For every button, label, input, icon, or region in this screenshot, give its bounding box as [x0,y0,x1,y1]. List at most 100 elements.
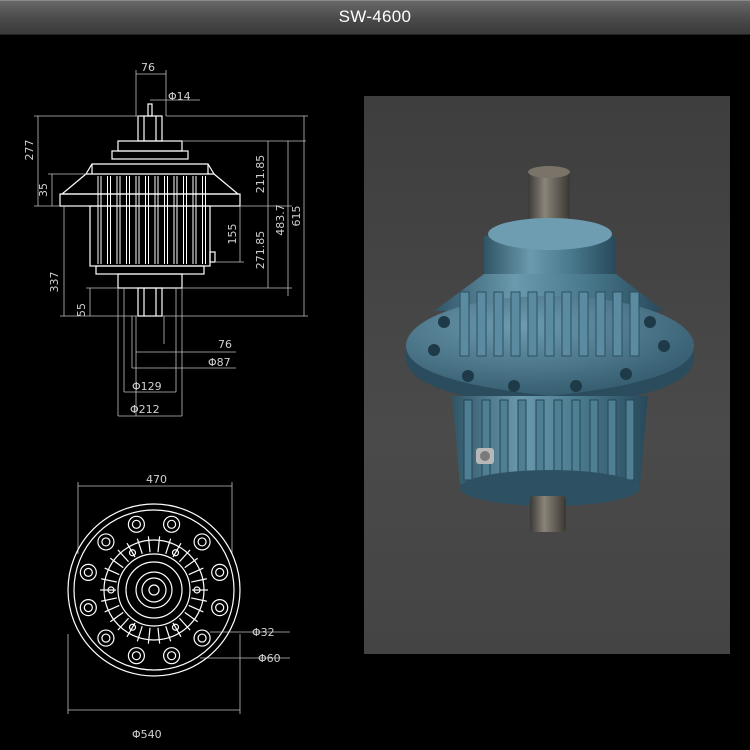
render-fin [561,291,572,357]
render-fin [476,291,487,357]
bolt-hole-inner [101,633,111,643]
bolt-hole-inner [83,602,93,613]
dim-diameter-60: Φ60 [258,652,281,665]
bolt-hole-inner [101,537,111,547]
render-bolt-hole [438,316,450,328]
dim-76-top: 76 [141,61,155,74]
motor-render [406,166,694,532]
dim-diameter-87: Φ87 [208,356,231,369]
render-fin [571,399,581,481]
dim-shaft-diameter-14: Φ14 [168,90,191,103]
render-fin [481,399,491,481]
bolt-hole-inner [215,567,225,578]
radial-fin [136,538,143,555]
bolt-hole [211,563,229,582]
radial-fin [157,627,161,644]
render-fin [595,291,606,357]
bolt-hole [127,515,146,533]
shaft-center-circle [148,584,160,596]
radial-fin [165,538,172,555]
dim-155: 155 [226,224,239,245]
radial-fin [165,625,172,642]
radial-fin [136,625,143,642]
title-bar: SW-4600 [0,0,750,35]
bolt-hole [79,598,97,617]
hub-circle [117,553,191,627]
bolt-hole-inner [83,567,93,578]
side-view-drawing [59,103,241,317]
bolt-hole [211,598,229,617]
bolt-hole-inner [215,602,225,613]
render-fin [544,291,555,357]
side-view-fins [97,176,206,264]
bolt-hole [193,629,211,647]
radial-fin [178,549,191,563]
radial-fin [147,627,151,644]
side-view-dimension-labels: 76 Φ14 277 35 337 55 211.85 155 271.85 4… [23,61,303,416]
dim-diameter-129: Φ129 [132,380,162,393]
render-fin [510,291,521,357]
render-fin [527,291,538,357]
render-bolt-hole [462,370,474,382]
dim-337: 337 [48,272,61,293]
dim-76-bottom: 76 [218,338,232,351]
render-fin [553,399,563,481]
render-bolt-hole [644,316,656,328]
radial-fin [147,536,151,553]
render-bolt-hole [620,368,632,380]
render-bolt-hole [658,340,670,352]
bolt-hole-inner [197,537,207,547]
bolt-hole [162,515,181,533]
radial-fin [178,617,191,631]
bolt-hole-inner [131,519,142,529]
radial-fin [117,549,130,563]
front-view-dimension-labels: 470 Φ32 Φ60 Φ540 [132,473,281,741]
housing-circle [103,539,205,641]
dim-470: 470 [146,473,167,486]
front-view-dimension-lines [67,482,290,714]
render-fin [589,399,599,481]
radial-fin [157,536,161,553]
dim-diameter-212: Φ212 [130,403,160,416]
bolt-hole [97,533,115,551]
hub-inner-circle [125,561,183,619]
bolt-hole [162,647,181,665]
front-view-drawing [67,503,241,677]
render-fin [459,291,470,357]
radial-fin [191,578,207,583]
product-photo-panel [364,96,730,654]
render-fin [612,291,623,357]
radial-fin [191,597,207,602]
render-fin [607,399,617,481]
shaft-inner-circle [141,577,167,603]
radial-fin [101,578,117,583]
flange-outer-circle [67,503,241,677]
radial-fin [101,597,117,602]
render-bolt-hole [570,380,582,392]
dim-277: 277 [23,140,36,161]
dim-diameter-32: Φ32 [252,626,275,639]
product-title: SW-4600 [338,7,412,26]
render-fin [578,291,589,357]
dim-483-7: 483.7 [274,204,287,236]
render-fin [517,399,527,481]
bolt-hole-inner [166,519,177,529]
render-fin [499,399,509,481]
dim-211-85: 211.85 [254,155,267,194]
dim-55: 55 [75,303,88,317]
render-fin [463,399,473,481]
dim-271-85: 271.85 [254,231,267,270]
render-bolt-hole [508,380,520,392]
dim-diameter-540: Φ540 [132,728,162,741]
render-fin [493,291,504,357]
render-fin [629,291,640,357]
bolt-hole-inner [131,651,142,661]
dim-615: 615 [290,206,303,227]
bolt-hole-inner [166,651,177,661]
flange-inner-circle [73,509,235,671]
bolt-hole [193,533,211,551]
render-fin [535,399,545,481]
radial-fin [117,617,130,631]
render-bolt-hole [428,344,440,356]
bolt-hole [97,629,115,647]
